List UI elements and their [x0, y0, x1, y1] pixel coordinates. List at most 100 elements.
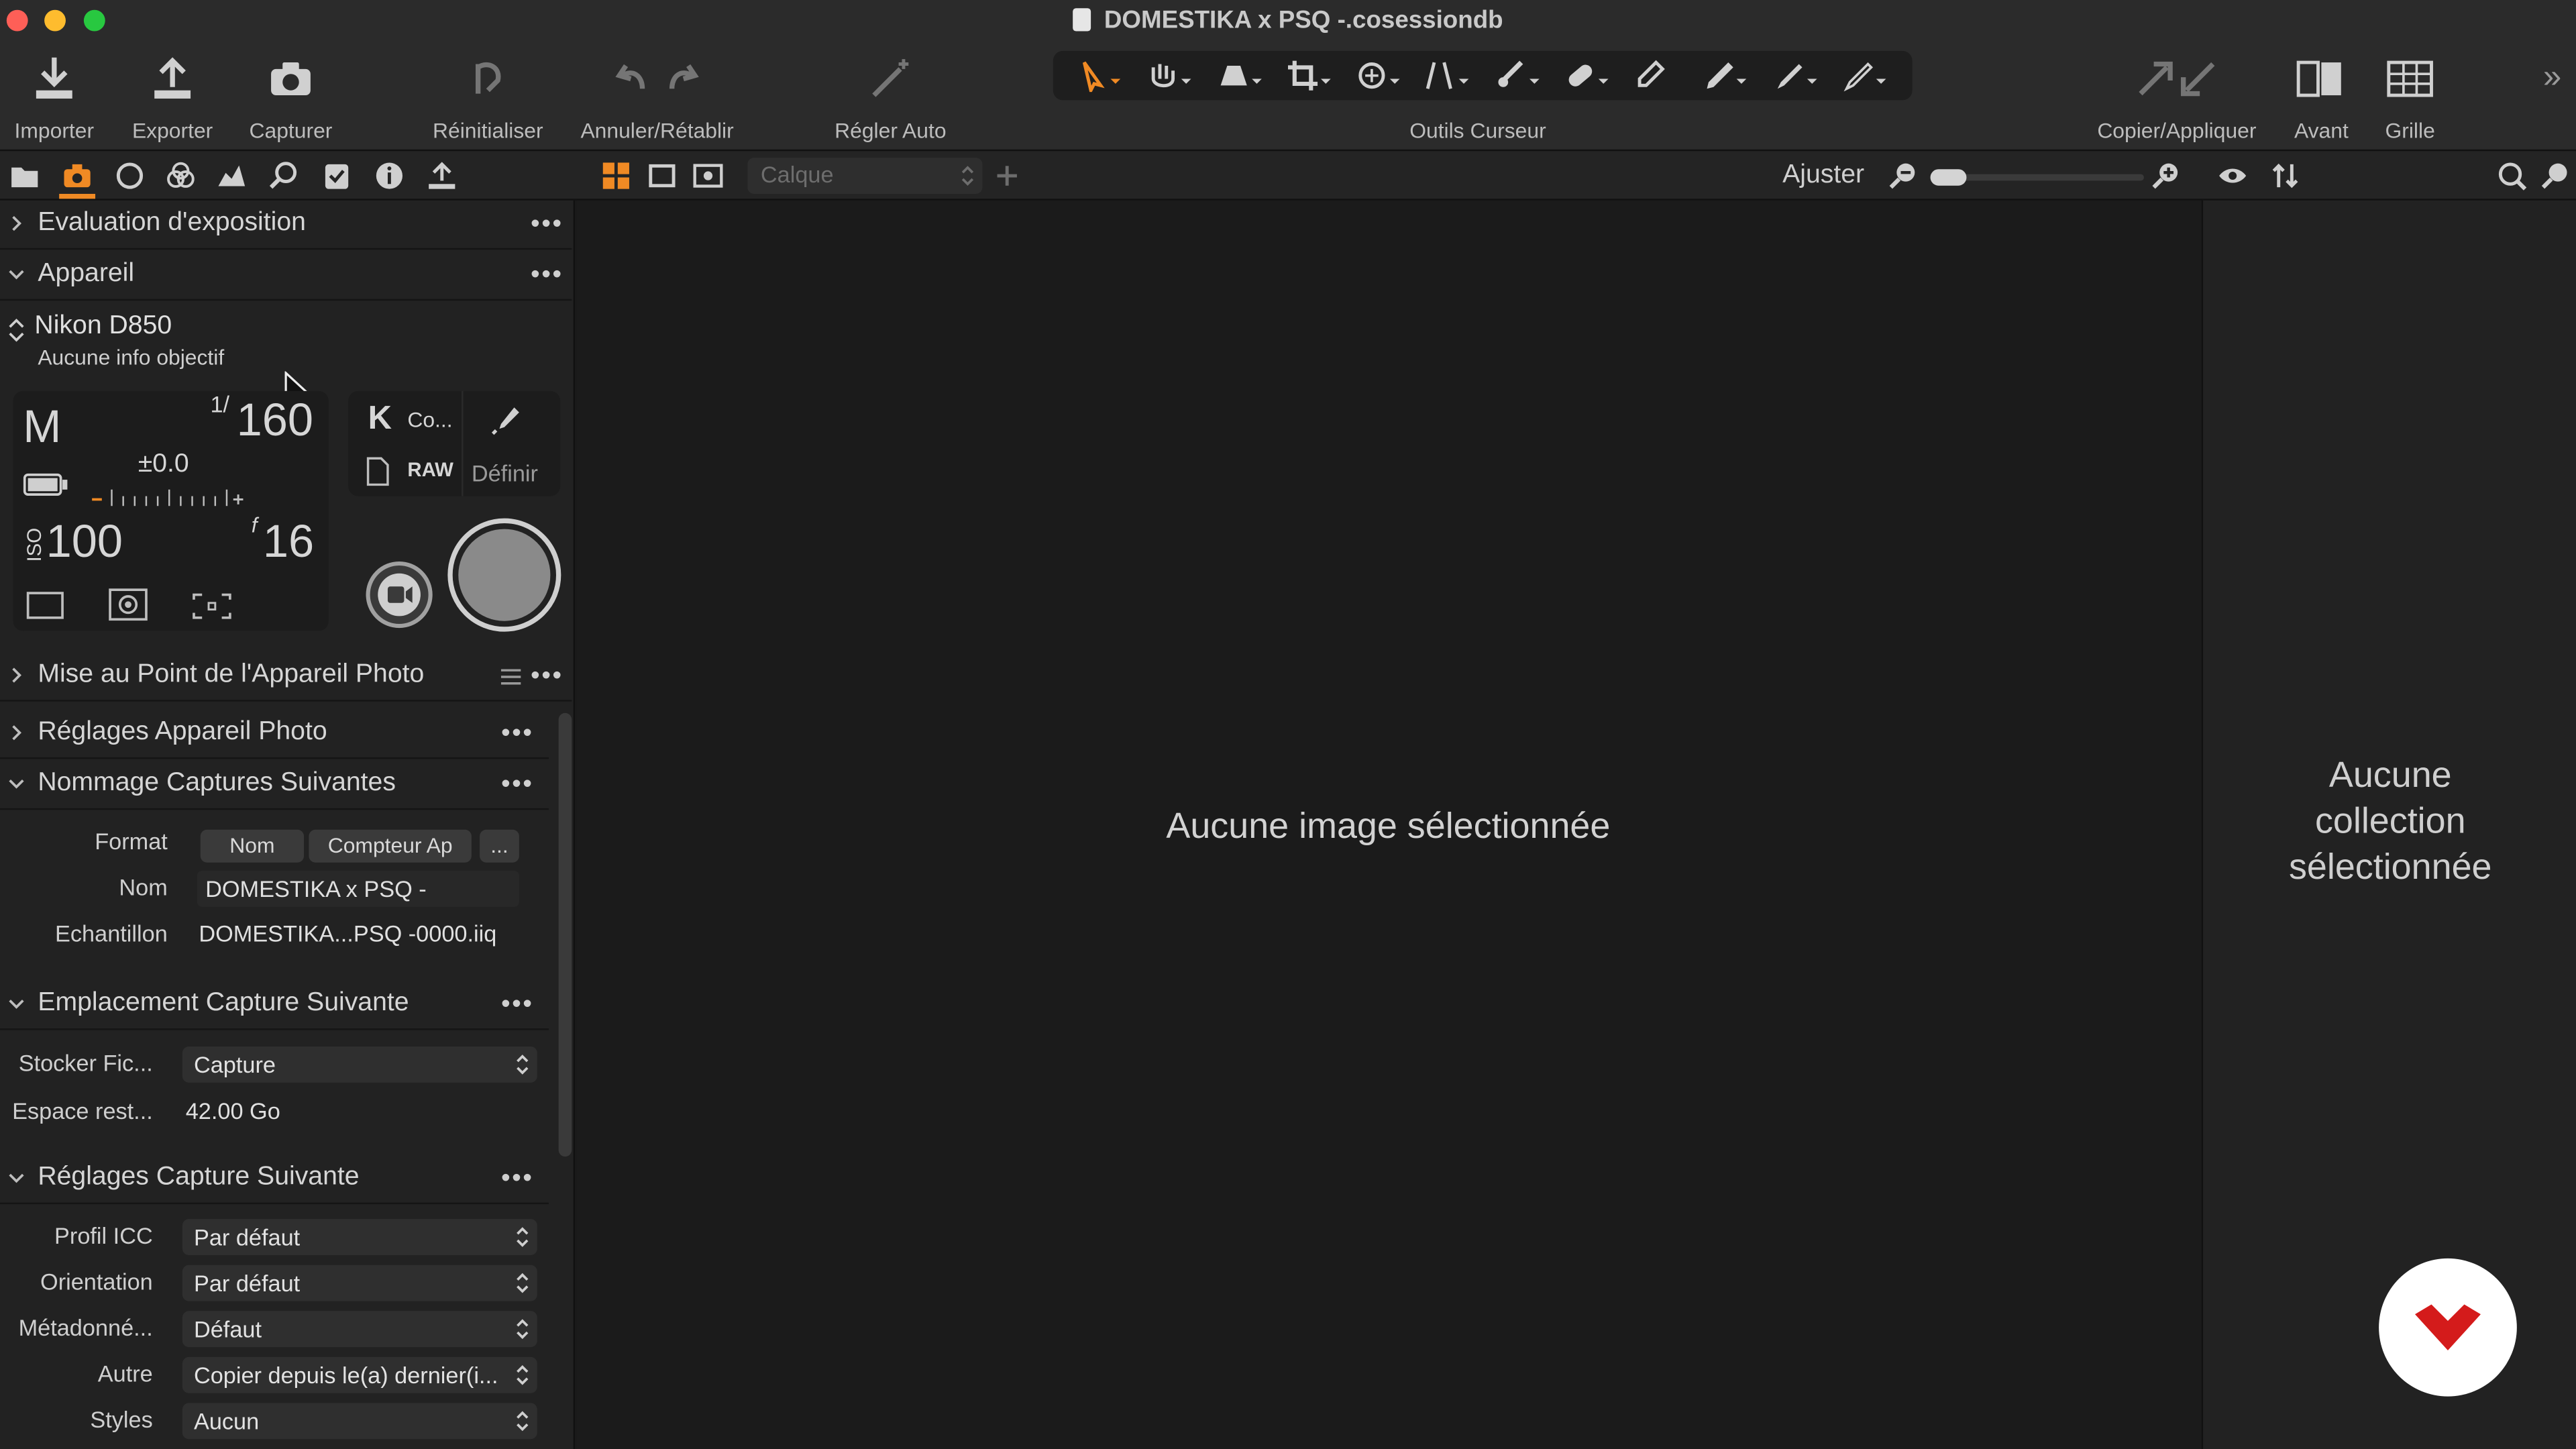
undo-redo-button[interactable]: Annuler/Rétablir [572, 49, 743, 143]
tab-library[interactable] [10, 161, 40, 191]
drive-mode-icon[interactable] [26, 592, 66, 621]
tab-details[interactable] [269, 161, 299, 191]
shutter-speed[interactable]: 160 [237, 394, 313, 447]
icc-profile-label: Profil ICC [54, 1222, 153, 1249]
chevron-down-icon [9, 1173, 24, 1183]
window-title-text: DOMESTIKA x PSQ -.cosessiondb [1104, 6, 1503, 35]
tab-exposure[interactable] [217, 161, 246, 191]
crop-tool[interactable] [1279, 54, 1338, 97]
rotate-tool[interactable] [1349, 54, 1408, 97]
tab-metadata[interactable] [374, 161, 404, 191]
shutter-release-button[interactable] [445, 516, 564, 634]
brush-tool[interactable] [1488, 54, 1547, 97]
more-options-icon[interactable]: ••• [501, 991, 534, 1020]
define-label[interactable]: Définir [472, 460, 538, 486]
updown-icon [517, 1319, 529, 1340]
pan-tool[interactable] [1141, 54, 1200, 97]
exposure-evaluation-header[interactable]: Evaluation d'exposition ••• [0, 201, 572, 250]
add-layer-button[interactable] [992, 161, 1022, 191]
export-button[interactable]: Exporter [121, 49, 223, 143]
metadata-value: Défaut [193, 1316, 262, 1342]
divider [462, 390, 464, 496]
record-video-button[interactable] [363, 559, 435, 631]
more-options-icon[interactable]: ••• [501, 771, 534, 800]
next-capture-naming-header[interactable]: Nommage Captures Suivantes ••• [0, 761, 549, 810]
zoom-browser-button[interactable] [2541, 161, 2571, 191]
scrollbar-thumb[interactable] [558, 712, 572, 1157]
white-balance-value[interactable]: Co... [407, 407, 452, 432]
heal-tool[interactable] [1557, 54, 1616, 97]
orientation-select[interactable]: Par défaut [182, 1265, 537, 1301]
tab-output[interactable] [427, 161, 457, 191]
file-format[interactable]: RAW [407, 458, 453, 481]
toolbar-overflow-button[interactable]: » [2543, 59, 2561, 97]
keystone-tool[interactable] [1418, 54, 1477, 97]
single-view-icon [649, 164, 676, 188]
no-collection-message: Aucune collection sélectionnée [2203, 753, 2576, 891]
select-tool[interactable] [1071, 54, 1130, 97]
viewer-area[interactable]: Aucune image sélectionnée [576, 200, 2200, 1449]
aperture-value[interactable]: 16 [263, 516, 314, 568]
preview-view-button[interactable] [693, 161, 723, 191]
tab-adjustments[interactable] [322, 161, 352, 191]
auto-adjust-button[interactable]: Régler Auto [821, 49, 959, 143]
export-icon [154, 57, 191, 99]
erase-tool[interactable] [1627, 54, 1686, 97]
next-capture-adjustments-header[interactable]: Réglages Capture Suivante ••• [0, 1155, 549, 1205]
reset-label: Réinitialiser [433, 118, 543, 144]
grid-button[interactable]: Grille [2375, 49, 2445, 143]
tab-capture[interactable] [62, 161, 92, 191]
camera-switch-icon[interactable] [7, 315, 26, 345]
capture-button[interactable]: Capturer [240, 49, 342, 143]
zoom-out-button[interactable] [1889, 161, 1919, 191]
styles-select[interactable]: Aucun [182, 1403, 537, 1440]
pencil-tool[interactable] [1835, 54, 1894, 97]
eyedropper-wb-icon[interactable] [490, 404, 523, 437]
more-options-icon[interactable]: ••• [531, 261, 564, 290]
search-button[interactable] [2497, 161, 2527, 191]
copy-apply-button[interactable]: Copier/Appliquer [2090, 49, 2264, 143]
visibility-button[interactable] [2218, 161, 2247, 191]
name-input[interactable]: DOMESTIKA x PSQ - [197, 870, 519, 907]
annotate-tool[interactable] [1766, 54, 1825, 97]
store-files-select[interactable]: Capture [182, 1046, 537, 1083]
zoom-slider-thumb[interactable] [1930, 169, 1967, 186]
single-view-button[interactable] [647, 161, 677, 191]
more-options-icon[interactable]: ••• [501, 1165, 534, 1194]
camera-header[interactable]: Appareil ••• [0, 252, 572, 301]
metering-icon[interactable] [109, 588, 148, 621]
fit-label[interactable]: Ajuster [1782, 161, 1864, 191]
list-icon[interactable] [499, 669, 522, 685]
format-token-counter[interactable]: Compteur Ap [309, 829, 472, 863]
layer-select[interactable]: Calque [747, 158, 983, 194]
perspective-tool[interactable] [1210, 54, 1269, 97]
tab-color[interactable] [166, 161, 195, 191]
grid-view-button[interactable] [601, 161, 631, 191]
zoom-icon [2541, 163, 2567, 189]
more-options-icon[interactable]: ••• [531, 210, 564, 239]
reset-button[interactable]: Réinitialiser [424, 49, 552, 143]
focus-area-icon[interactable] [191, 592, 233, 621]
before-button[interactable]: Avant [2287, 49, 2356, 143]
sort-button[interactable] [2270, 161, 2300, 191]
more-options-icon[interactable]: ••• [501, 720, 534, 749]
exposure-compensation[interactable]: ±0.0 [138, 450, 189, 480]
main-toolbar: DOMESTIKA x PSQ -.cosessiondb Importer E… [0, 0, 2576, 152]
pencil-icon [1843, 62, 1886, 92]
metadata-select[interactable]: Défaut [182, 1311, 537, 1348]
other-select[interactable]: Copier depuis le(a) dernier(i... [182, 1356, 537, 1393]
import-button[interactable]: Importer [3, 49, 105, 143]
camera-focus-header[interactable]: Mise au Point de l'Appareil Photo ••• [0, 652, 572, 702]
next-capture-location-header[interactable]: Emplacement Capture Suivante ••• [0, 981, 549, 1030]
exposure-mode[interactable]: M [23, 401, 61, 453]
tab-lens[interactable] [115, 161, 144, 191]
iso-value[interactable]: 100 [46, 516, 123, 568]
picker-tool[interactable] [1696, 54, 1755, 97]
icc-profile-select[interactable]: Par défaut [182, 1219, 537, 1256]
format-edit-button[interactable]: ... [480, 829, 519, 863]
camera-settings-header[interactable]: Réglages Appareil Photo ••• [0, 710, 549, 759]
format-token-name[interactable]: Nom [200, 829, 305, 863]
zoom-in-button[interactable] [2152, 161, 2182, 191]
more-options-icon[interactable]: ••• [531, 662, 564, 692]
zoom-slider[interactable] [1930, 169, 2144, 186]
